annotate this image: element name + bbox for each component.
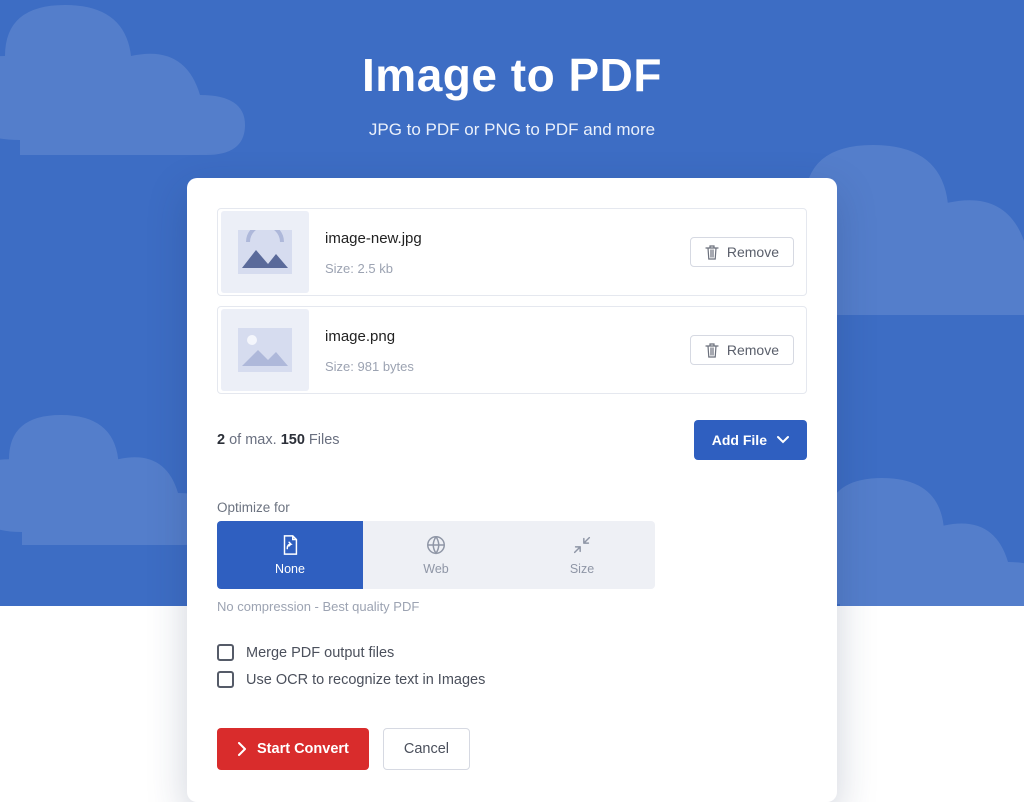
- file-thumbnail: [221, 211, 309, 293]
- optimize-option-none[interactable]: None: [217, 521, 363, 589]
- compress-icon: [571, 534, 593, 556]
- remove-file-button[interactable]: Remove: [690, 335, 794, 365]
- optimize-option-label: Size: [570, 562, 594, 576]
- file-row: image-new.jpg Size: 2.5 kb Remove: [217, 208, 807, 296]
- optimize-label: Optimize for: [217, 500, 807, 515]
- page-title: Image to PDF: [0, 0, 1024, 102]
- optimize-description: No compression - Best quality PDF: [217, 599, 807, 614]
- ocr-checkbox[interactable]: Use OCR to recognize text in Images: [217, 671, 807, 688]
- optimize-option-label: Web: [423, 562, 448, 576]
- add-file-label: Add File: [712, 432, 767, 448]
- checkbox-icon: [217, 644, 234, 661]
- optimize-option-web[interactable]: Web: [363, 521, 509, 589]
- merge-checkbox[interactable]: Merge PDF output files: [217, 644, 807, 661]
- file-row: image.png Size: 981 bytes Remove: [217, 306, 807, 394]
- file-thumbnail: [221, 309, 309, 391]
- start-label: Start Convert: [257, 741, 349, 757]
- remove-label: Remove: [727, 342, 779, 358]
- optimize-option-label: None: [275, 562, 305, 576]
- file-count: 2 of max. 150 Files: [217, 432, 340, 448]
- optimize-segmented: None Web Size: [217, 521, 655, 589]
- trash-icon: [705, 342, 719, 358]
- checkbox-icon: [217, 671, 234, 688]
- cancel-label: Cancel: [404, 741, 449, 757]
- pdf-file-icon: [279, 534, 301, 556]
- start-convert-button[interactable]: Start Convert: [217, 728, 369, 770]
- file-name: image.png: [325, 328, 690, 345]
- file-size: Size: 2.5 kb: [325, 261, 690, 276]
- ocr-label: Use OCR to recognize text in Images: [246, 672, 485, 688]
- remove-label: Remove: [727, 244, 779, 260]
- remove-file-button[interactable]: Remove: [690, 237, 794, 267]
- add-file-button[interactable]: Add File: [694, 420, 807, 460]
- chevron-down-icon: [777, 435, 789, 445]
- cancel-button[interactable]: Cancel: [383, 728, 470, 770]
- converter-card: image-new.jpg Size: 2.5 kb Remove image.…: [187, 178, 837, 802]
- chevron-right-icon: [237, 742, 247, 756]
- file-name: image-new.jpg: [325, 230, 690, 247]
- merge-label: Merge PDF output files: [246, 645, 394, 661]
- globe-icon: [425, 534, 447, 556]
- page-subtitle: JPG to PDF or PNG to PDF and more: [0, 120, 1024, 140]
- file-size: Size: 981 bytes: [325, 359, 690, 374]
- trash-icon: [705, 244, 719, 260]
- optimize-option-size[interactable]: Size: [509, 521, 655, 589]
